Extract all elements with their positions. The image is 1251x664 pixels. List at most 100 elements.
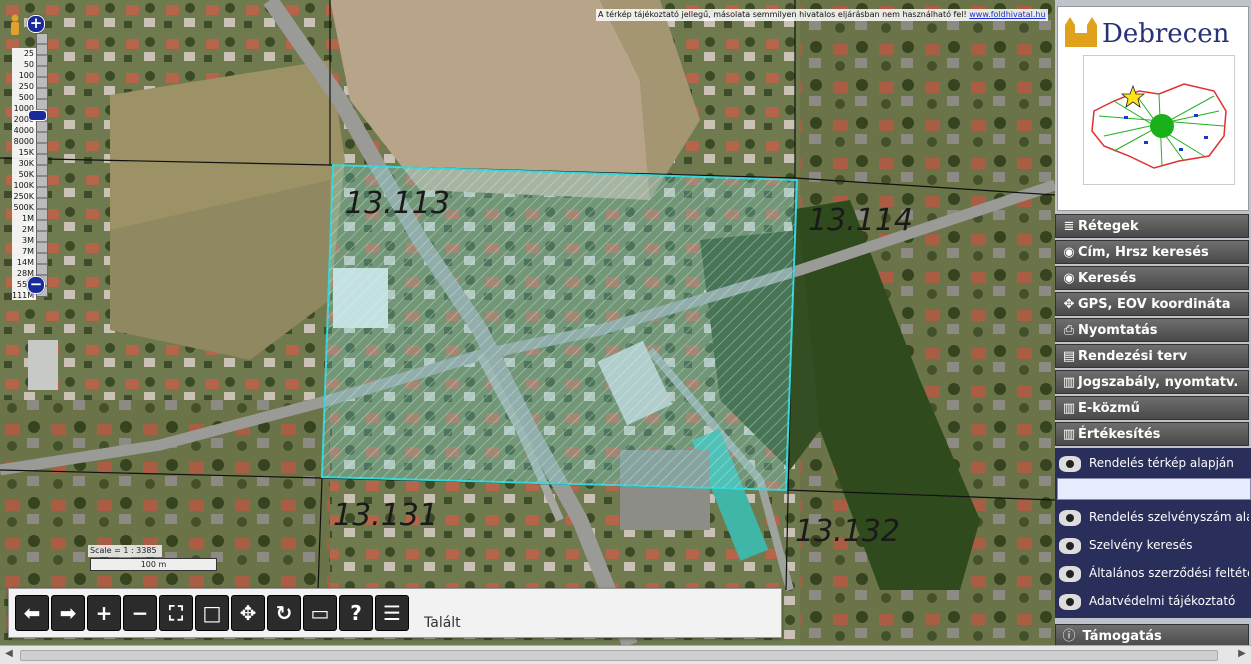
map-view[interactable]: 13.113 13.114 13.131 13.132 A térkép táj… (0, 0, 1055, 645)
zoom-level-label[interactable]: 50 (12, 59, 36, 70)
forward-arrow-button[interactable]: ➡ (51, 595, 85, 631)
zoom-out-button[interactable]: − (27, 276, 45, 294)
submenu-panel: Rendelés térkép alapján Rendelés szelvény… (1055, 448, 1251, 618)
submenu-item-label: Szelvény keresés (1089, 538, 1193, 552)
eye-icon (1059, 509, 1081, 526)
eye-icon: ◉ (1063, 271, 1075, 286)
menu-item-label: Értékesítés (1078, 427, 1161, 442)
zoom-box-button[interactable]: ⛶ (159, 595, 193, 631)
zoom-level-label[interactable]: 100 (12, 70, 36, 81)
submenu-item[interactable]: Általános szerződési feltételek (1055, 560, 1249, 586)
scroll-left-icon[interactable]: ◀ (3, 648, 15, 660)
submenu-item-label: Általános szerződési feltételek (1089, 566, 1249, 580)
plan-icon: ▤ (1062, 349, 1076, 364)
side-panel: Debrecen ≣ Rétegek ◉ Cím, Hrsz keresés ◉ Kere… (1055, 0, 1251, 648)
parcel-label: 13.131 (333, 498, 438, 533)
zoom-level-label[interactable]: 8000 (12, 136, 36, 147)
menu-item-2[interactable]: ◉ Cím, Hrsz keresés (1055, 240, 1249, 264)
menu-item-label: Keresés (1078, 271, 1137, 286)
menu-item-label: Rétegek (1078, 219, 1139, 234)
pan-button[interactable]: ✥ (231, 595, 265, 631)
refresh-button[interactable]: ↻ (267, 595, 301, 631)
menu-item-label: Jogszabály, nyomtatv. (1078, 375, 1239, 390)
menu-item-8[interactable]: ▥ E-közmű (1055, 396, 1249, 420)
zoom-level-label[interactable]: 1M (12, 213, 36, 224)
zoom-level-label[interactable]: 14M (12, 257, 36, 268)
submenu-item-label: Rendelés térkép alapján (1089, 456, 1234, 470)
menu-item-1[interactable]: ≣ Rétegek (1055, 214, 1249, 238)
city-overview-map[interactable] (1083, 55, 1235, 185)
zoom-level-label[interactable]: 500 (12, 92, 36, 103)
zoom-track[interactable] (36, 33, 48, 297)
submenu-item[interactable]: Rendelés szelvényszám alapján (1055, 504, 1249, 530)
zoom-slider[interactable]: 25 50 100 250 500 1000 2000 4000 8000 15K 30K 50K 10… (10, 15, 54, 300)
foldhivatal-link[interactable]: www.foldhivatal.hu (969, 10, 1045, 19)
logo-box: Debrecen (1057, 6, 1249, 211)
zoom-out-button[interactable]: − (123, 595, 157, 631)
submenu-item[interactable]: Adatvédelmi tájékoztató (1055, 588, 1249, 614)
disclaimer-text: A térkép tájékoztató jellegű, másolata s… (598, 10, 967, 19)
debrecen-logo-icon (1063, 15, 1099, 49)
menu-item-9[interactable]: ▥ Értékesítés (1055, 422, 1249, 446)
menu-item-7[interactable]: ▥ Jogszabály, nyomtatv. (1055, 370, 1249, 394)
disclaimer: A térkép tájékoztató jellegű, másolata s… (596, 9, 1048, 21)
zoom-level-label[interactable]: 3M (12, 235, 36, 246)
crosshair-icon: ✥ (1063, 297, 1075, 312)
submenu-item[interactable]: Szelvény keresés (1055, 532, 1249, 558)
layers-icon: ≣ (1063, 219, 1075, 234)
parcel-label: 13.132 (795, 514, 900, 549)
menu-item-label: Nyomtatás (1078, 323, 1158, 338)
help-button[interactable]: ? (339, 595, 373, 631)
scale-bar: 100 m (90, 558, 217, 571)
scroll-thumb[interactable] (20, 650, 1218, 661)
scale-ratio: Scale = 1 : 3385 (88, 545, 162, 557)
zoom-level-label[interactable]: 30K (12, 158, 36, 169)
parcel-label: 13.113 (345, 186, 450, 221)
zoom-level-label[interactable]: 250 (12, 81, 36, 92)
eye-icon (1059, 593, 1081, 610)
zoom-scale-labels: 25 50 100 250 500 1000 2000 4000 8000 15K 30K 50K 10… (12, 48, 36, 300)
eye-icon (1059, 565, 1081, 582)
document-button[interactable]: ☰ (375, 595, 409, 631)
zoom-handle[interactable] (28, 110, 47, 121)
measure-button[interactable]: ▭ (303, 595, 337, 631)
zoom-level-label[interactable]: 250K (12, 191, 36, 202)
menu-item-label: Támogatás (1082, 629, 1162, 644)
city-name: Debrecen (1102, 19, 1230, 49)
menu-item-3[interactable]: ◉ Keresés (1055, 266, 1249, 290)
zoom-level-label[interactable]: 7M (12, 246, 36, 257)
eye-icon: ◉ (1063, 245, 1075, 260)
full-extent-button[interactable]: □ (195, 595, 229, 631)
book-icon: ▥ (1062, 375, 1076, 390)
parcel-label: 13.114 (808, 203, 913, 238)
map-order-input[interactable] (1057, 478, 1251, 500)
horizontal-scrollbar[interactable]: ◀ ▶ (0, 645, 1251, 664)
menu-item-4[interactable]: ✥ GPS, EOV koordináta (1055, 292, 1249, 316)
menu-item-label: E-közmű (1078, 401, 1140, 416)
printer-icon: ⎙ (1063, 323, 1075, 338)
zoom-level-label[interactable]: 2M (12, 224, 36, 235)
back-arrow-button[interactable]: ⬅ (15, 595, 49, 631)
submenu-item-label: Rendelés szelvényszám alapján (1089, 510, 1249, 524)
menu-item-label: Cím, Hrsz keresés (1078, 245, 1209, 260)
scroll-right-icon[interactable]: ▶ (1236, 648, 1248, 660)
zoom-level-label[interactable]: 50K (12, 169, 36, 180)
book-icon: ▥ (1062, 427, 1076, 442)
menu-item-6[interactable]: ▤ Rendezési terv (1055, 344, 1249, 368)
submenu-item[interactable]: Rendelés térkép alapján (1055, 450, 1249, 476)
zoom-level-label[interactable]: 4000 (12, 125, 36, 136)
zoom-level-label[interactable]: 100K (12, 180, 36, 191)
menu-item-label: GPS, EOV koordináta (1078, 297, 1231, 312)
search-status: Talált (424, 615, 461, 631)
eye-icon (1059, 537, 1081, 554)
zoom-in-button[interactable]: + (87, 595, 121, 631)
zoom-level-label[interactable]: 25 (12, 48, 36, 59)
map-toolbar: ⬅ ➡ + − ⛶ □ ✥ ↻ ▭? ☰ Talált (8, 588, 782, 638)
menu-item-label: Rendezési terv (1078, 349, 1188, 364)
eye-icon (1059, 455, 1081, 472)
zoom-level-label[interactable]: 500K (12, 202, 36, 213)
submenu-item-label: Adatvédelmi tájékoztató (1089, 594, 1236, 608)
zoom-in-button[interactable]: + (27, 15, 45, 33)
zoom-level-label[interactable]: 15K (12, 147, 36, 158)
menu-item-5[interactable]: ⎙ Nyomtatás (1055, 318, 1249, 342)
